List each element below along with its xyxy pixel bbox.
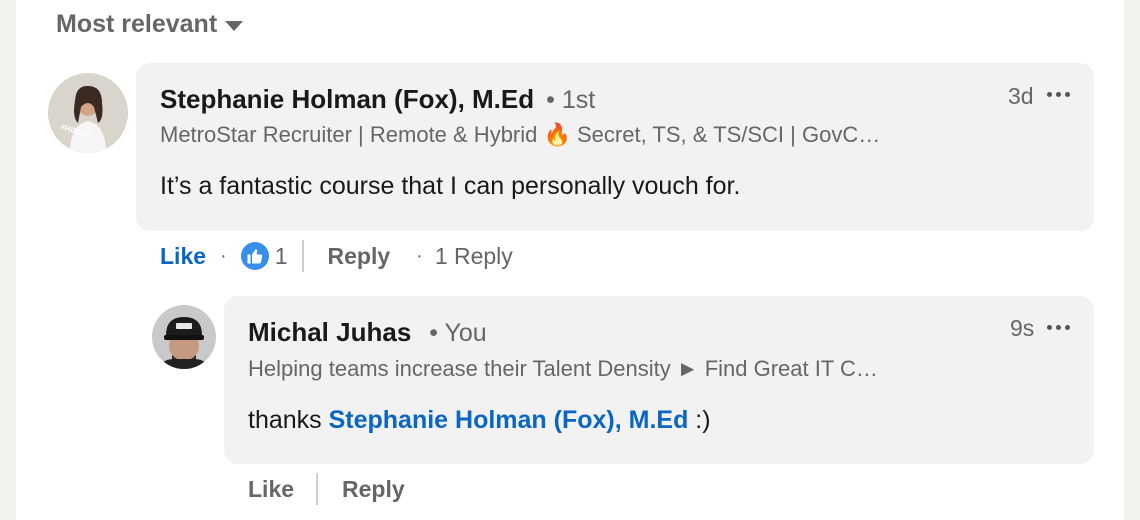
reply-button[interactable]: Reply xyxy=(328,243,391,270)
reply-author-name[interactable]: Michal Juhas xyxy=(248,317,411,348)
reply-author-headline: Helping teams increase their Talent Dens… xyxy=(248,356,878,381)
connection-degree: • 1st xyxy=(546,86,596,114)
avatar[interactable] xyxy=(48,73,128,153)
reply-author-line: Michal Juhas • You xyxy=(248,317,487,348)
action-divider xyxy=(301,240,304,272)
reply-text: thanks Stephanie Holman (Fox), M.Ed :) xyxy=(248,406,711,435)
separator-dot: · xyxy=(220,244,227,267)
reply-count-link[interactable]: 1 Reply xyxy=(435,243,513,270)
more-options-icon[interactable] xyxy=(1047,325,1070,330)
like-button[interactable]: Like xyxy=(248,476,294,503)
sort-dropdown[interactable]: Most relevant xyxy=(56,10,244,39)
profile-photo-icon xyxy=(152,305,216,369)
reaction-count[interactable]: 1 xyxy=(275,243,288,270)
comment-author-line: Stephanie Holman (Fox), M.Ed • 1st xyxy=(160,84,595,115)
reply-text-after: :) xyxy=(688,406,711,434)
profile-photo-icon xyxy=(48,73,128,153)
comment-author-headline: MetroStar Recruiter | Remote & Hybrid 🔥 … xyxy=(160,122,881,147)
mention-link[interactable]: Stephanie Holman (Fox), M.Ed xyxy=(329,406,689,434)
more-options-icon[interactable] xyxy=(1047,92,1070,97)
reply-button[interactable]: Reply xyxy=(342,476,405,503)
sort-label: Most relevant xyxy=(56,10,218,38)
connection-degree: • You xyxy=(429,319,487,347)
comments-panel: Most relevant #HIRING Stephanie Holman (… xyxy=(16,0,1124,520)
action-divider xyxy=(316,473,319,505)
reply-actions: Like Reply xyxy=(248,473,405,505)
separator-dot: · xyxy=(416,244,423,267)
avatar[interactable] xyxy=(152,305,216,369)
thumbs-up-icon[interactable] xyxy=(240,242,269,270)
reply-text-before: thanks xyxy=(248,406,329,434)
comment-actions: Like · 1 Reply · 1 Reply xyxy=(160,240,513,272)
comment-timestamp: 3d xyxy=(1008,83,1034,109)
reply-timestamp: 9s xyxy=(1010,315,1035,341)
comment-text: It’s a fantastic course that I can perso… xyxy=(160,172,741,200)
comment-author-name[interactable]: Stephanie Holman (Fox), M.Ed xyxy=(160,84,534,115)
caret-down-icon xyxy=(225,20,244,31)
like-button[interactable]: Like xyxy=(160,243,206,270)
